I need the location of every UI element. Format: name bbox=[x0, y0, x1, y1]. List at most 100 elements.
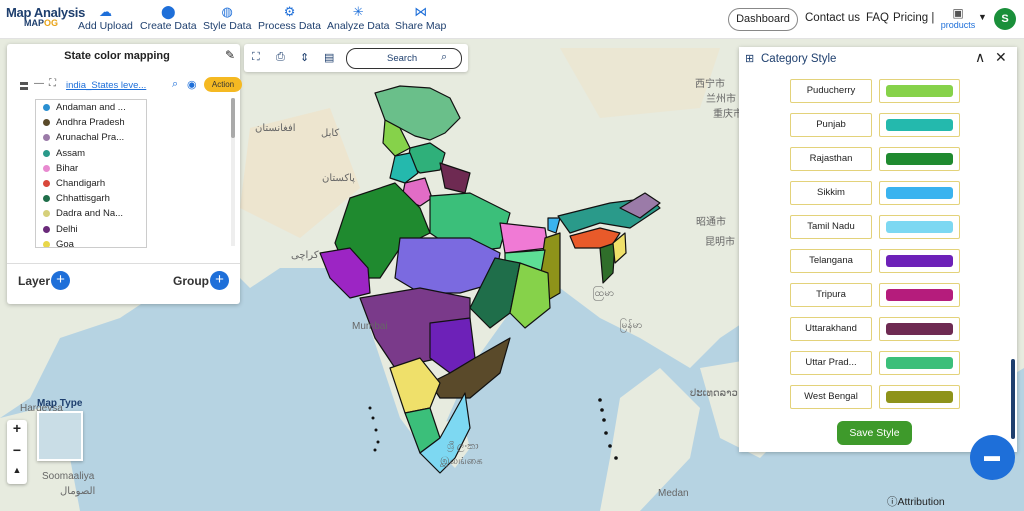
legend-swatch bbox=[43, 240, 50, 247]
map-label: افغانستان bbox=[255, 123, 296, 134]
chevron-down-icon[interactable]: ▼ bbox=[978, 12, 987, 22]
search-icon[interactable]: ⌕ bbox=[441, 51, 447, 64]
layer-panel: State color mapping ✎ 〓 — ⛶ india_States… bbox=[7, 44, 242, 304]
zoom-out-button[interactable]: − bbox=[7, 442, 27, 458]
add-layer-button[interactable]: + bbox=[51, 271, 70, 290]
map-label: پاکستان bbox=[322, 173, 355, 184]
products-menu[interactable]: ▣ products bbox=[940, 6, 976, 30]
color-picker[interactable] bbox=[879, 351, 960, 375]
legend-list: Andaman and ... Andhra Pradesh Arunachal P… bbox=[35, 99, 147, 248]
chat-icon: ▬ bbox=[984, 448, 1000, 465]
color-swatch bbox=[886, 187, 953, 199]
legend-item: Goa bbox=[36, 237, 146, 248]
legend-label: Andhra Pradesh bbox=[56, 117, 125, 129]
map-label: မြန်မာ bbox=[620, 320, 643, 331]
zoom-to-layer-icon[interactable]: ⌕ bbox=[172, 78, 178, 91]
info-icon: ⓘ bbox=[887, 496, 898, 508]
map-type-thumbnail[interactable] bbox=[37, 411, 83, 461]
polygon-icon: ⛶ bbox=[49, 78, 56, 89]
layer-name-link[interactable]: india_States leve... bbox=[66, 80, 146, 91]
add-group-button[interactable]: + bbox=[210, 271, 229, 290]
map-label: ශ්‍රී ලංකා bbox=[447, 441, 479, 452]
drag-handle-icon[interactable]: 〓 bbox=[19, 78, 29, 93]
category-name: Rajasthan bbox=[790, 147, 872, 171]
pencil-icon[interactable]: ✎ bbox=[225, 48, 235, 62]
legend-label: Goa bbox=[56, 238, 74, 248]
map-pin-icon: ⬤ bbox=[161, 4, 176, 19]
nav-create-data[interactable]: ⬤ Create Data bbox=[140, 4, 197, 32]
app-logo[interactable]: Map Analysis MAPOG bbox=[6, 5, 85, 28]
search-input[interactable]: Search ⌕ bbox=[346, 48, 462, 69]
color-picker[interactable] bbox=[879, 113, 960, 137]
close-icon[interactable]: ✕ bbox=[995, 49, 1007, 66]
legend-item: Chhattisgarh bbox=[36, 191, 146, 206]
category-row: Tamil Nadu bbox=[739, 215, 1009, 241]
layer-label: Layer bbox=[18, 274, 51, 288]
nav-share-map[interactable]: ⋈ Share Map bbox=[395, 4, 446, 32]
category-style-title: Category Style bbox=[761, 53, 837, 65]
dashboard-button[interactable]: Dashboard bbox=[728, 8, 798, 31]
zoom-in-button[interactable]: + bbox=[7, 420, 27, 436]
fullscreen-icon[interactable]: ⛶ bbox=[252, 51, 260, 64]
save-style-button[interactable]: Save Style bbox=[837, 421, 912, 445]
pricing-link[interactable]: Pricing | bbox=[893, 12, 934, 24]
color-picker[interactable] bbox=[879, 147, 960, 171]
top-navbar: Map Analysis MAPOG ☁ Add Upload ⬤ Create… bbox=[0, 0, 1024, 39]
legend-swatch bbox=[43, 210, 50, 218]
legend-swatch bbox=[43, 134, 50, 142]
category-name: Sikkim bbox=[790, 181, 872, 205]
legend-label: Andaman and ... bbox=[56, 102, 126, 113]
analyze-icon: ✳ bbox=[352, 4, 364, 19]
bookmark-icon[interactable]: ▤ bbox=[324, 51, 334, 64]
nav-add-upload[interactable]: ☁ Add Upload bbox=[78, 4, 133, 32]
contact-link[interactable]: Contact us bbox=[805, 12, 860, 24]
chat-button[interactable]: ▬ bbox=[970, 435, 1015, 480]
map-label: کابل bbox=[321, 128, 340, 139]
map-label: இலங்கை bbox=[440, 456, 483, 467]
category-row: Uttar Prad... bbox=[739, 351, 1009, 377]
map-label: الصومال bbox=[60, 486, 96, 497]
map-label: 昭通市 bbox=[696, 217, 726, 228]
chevron-up-icon[interactable]: ∧ bbox=[975, 49, 985, 66]
print-icon[interactable]: ⎙ bbox=[276, 51, 285, 64]
color-picker[interactable] bbox=[879, 283, 960, 307]
legend-item: Chandigarh bbox=[36, 176, 146, 191]
grid-icon: ⊞ bbox=[745, 53, 755, 65]
nav-style-data[interactable]: ◍ Style Data bbox=[203, 4, 251, 32]
map-label: Soomaaliya bbox=[42, 471, 95, 482]
eye-icon[interactable]: ◉ bbox=[187, 78, 197, 91]
category-row: Tripura bbox=[739, 283, 1009, 309]
color-picker[interactable] bbox=[879, 249, 960, 273]
action-button[interactable]: Action bbox=[204, 77, 242, 92]
faq-link[interactable]: FAQ bbox=[866, 12, 889, 24]
category-row: Uttarakhand bbox=[739, 317, 1009, 343]
layer-row: 〓 — ⛶ india_States leve... ⌕ ◉ Action bbox=[19, 77, 242, 94]
attribution-link[interactable]: ⓘAttribution bbox=[887, 494, 945, 509]
category-scrollbar[interactable] bbox=[1011, 79, 1015, 439]
color-picker[interactable] bbox=[879, 215, 960, 239]
legend-item: Delhi bbox=[36, 222, 146, 237]
divider bbox=[7, 263, 240, 264]
avatar[interactable]: S bbox=[994, 8, 1016, 30]
north-arrow-icon[interactable]: ▲ bbox=[7, 465, 27, 475]
legend-scrollbar[interactable] bbox=[231, 98, 235, 246]
legend-item: Andaman and ... bbox=[36, 100, 146, 115]
collapse-icon[interactable]: — bbox=[34, 78, 44, 89]
legend-swatch bbox=[43, 164, 50, 172]
category-row: Telangana bbox=[739, 249, 1009, 275]
map-label: ປະເທດລາວ bbox=[690, 388, 738, 399]
color-picker[interactable] bbox=[879, 317, 960, 341]
cloud-upload-icon: ☁ bbox=[98, 4, 112, 19]
color-picker[interactable] bbox=[879, 181, 960, 205]
nav-analyze-data[interactable]: ✳ Analyze Data bbox=[327, 4, 389, 32]
measure-icon[interactable]: ⇕ bbox=[300, 51, 309, 64]
legend-item: Arunachal Pra... bbox=[36, 130, 146, 145]
paint-bucket-icon: ◍ bbox=[221, 4, 233, 19]
color-picker[interactable] bbox=[879, 79, 960, 103]
legend-item: Andhra Pradesh bbox=[36, 115, 146, 130]
legend-item: Dadra and Na... bbox=[36, 206, 146, 221]
category-name: Puducherry bbox=[790, 79, 872, 103]
color-swatch bbox=[886, 323, 953, 335]
nav-process-data[interactable]: ⚙ Process Data bbox=[258, 4, 321, 32]
color-picker[interactable] bbox=[879, 385, 960, 409]
